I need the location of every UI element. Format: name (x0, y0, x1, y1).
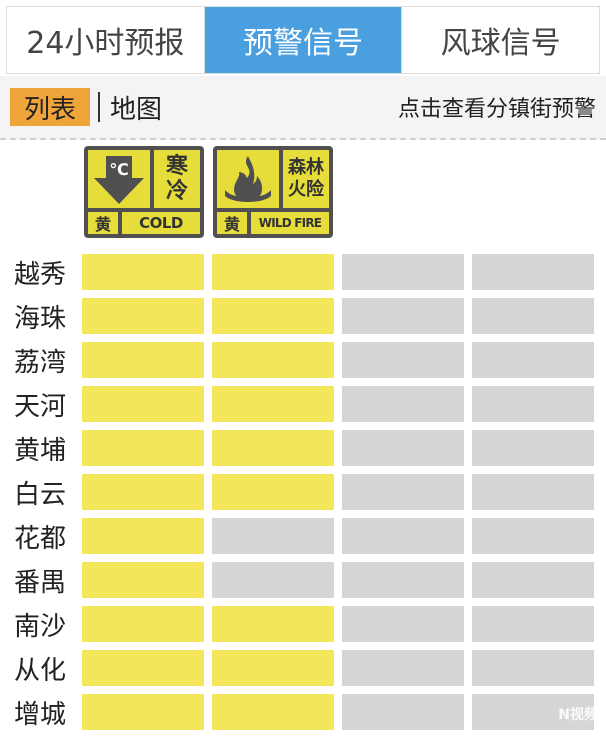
thermometer-down-icon: ℃ (88, 150, 150, 208)
warning-cell[interactable] (342, 562, 464, 598)
warning-cell[interactable] (342, 518, 464, 554)
warning-cell[interactable] (82, 342, 204, 378)
warning-cell[interactable] (472, 254, 594, 290)
table-row: 荔湾 (0, 340, 606, 380)
warning-cell[interactable] (342, 474, 464, 510)
warning-cell[interactable] (212, 694, 334, 730)
district-name: 越秀 (14, 259, 67, 290)
warning-cell[interactable] (342, 650, 464, 686)
table-row: 海珠 (0, 296, 606, 336)
warning-cell[interactable] (212, 254, 334, 290)
table-row: 花都 (0, 516, 606, 556)
warning-cell[interactable] (342, 298, 464, 334)
warning-cell[interactable] (82, 298, 204, 334)
warning-cell[interactable] (82, 474, 204, 510)
view-toolbar: 列表 地图 点击查看分镇街预警 (0, 76, 606, 140)
warning-cell[interactable] (342, 694, 464, 730)
warning-cell[interactable] (212, 518, 334, 554)
table-row: 番禺 (0, 560, 606, 600)
forest-fire-warning-icon[interactable]: 森林 火险 黄 WILD FIRE (213, 146, 333, 238)
district-name: 花都 (14, 523, 67, 554)
warning-cell[interactable] (342, 386, 464, 422)
table-row: 黄埔 (0, 428, 606, 468)
warning-cell[interactable] (212, 298, 334, 334)
warning-cell[interactable] (82, 650, 204, 686)
warning-cell[interactable] (472, 386, 594, 422)
tab-typhoon-signals[interactable]: 风球信号 (402, 7, 600, 73)
cold-warning-code: COLD (122, 212, 200, 234)
district-name: 海珠 (14, 303, 67, 334)
flame-icon (217, 150, 279, 208)
warning-cell[interactable] (472, 518, 594, 554)
fire-warning-level: 黄 (217, 212, 247, 234)
cold-symbol: ℃ (109, 160, 128, 179)
table-row: 南沙 (0, 604, 606, 644)
warning-cell[interactable] (212, 430, 334, 466)
map-view-button[interactable]: 地图 (110, 88, 162, 126)
warning-cell[interactable] (472, 298, 594, 334)
table-row: 天河 (0, 384, 606, 424)
cold-title-line2: 冷 (165, 179, 188, 204)
tab-24h-forecast[interactable]: 24小时预报 (7, 7, 205, 73)
warning-cell[interactable] (342, 430, 464, 466)
warning-cell[interactable] (472, 430, 594, 466)
warning-cell[interactable] (472, 342, 594, 378)
cold-wave-warning-icon[interactable]: ℃ 寒 冷 黄 COLD (84, 146, 204, 238)
tab-warning-signals[interactable]: 预警信号 (204, 7, 403, 73)
district-name: 白云 (14, 479, 67, 510)
fire-title-line1: 森林 (288, 157, 324, 178)
fire-warning-title: 森林 火险 (283, 150, 329, 208)
warning-cell[interactable] (82, 606, 204, 642)
table-row: 越秀 (0, 252, 606, 292)
warning-cell[interactable] (472, 650, 594, 686)
cold-title-line1: 寒 (165, 154, 188, 179)
cold-warning-title: 寒 冷 (154, 150, 200, 208)
warning-cell[interactable] (472, 606, 594, 642)
warning-cell[interactable] (212, 474, 334, 510)
warning-cell[interactable] (82, 694, 204, 730)
table-row: 增城 (0, 692, 606, 732)
view-divider (98, 92, 100, 122)
warning-cell[interactable] (82, 254, 204, 290)
district-name: 从化 (14, 655, 67, 686)
warning-cell[interactable] (472, 474, 594, 510)
list-view-button[interactable]: 列表 (10, 88, 90, 126)
cold-warning-level: 黄 (88, 212, 118, 234)
fire-title-line2: 火险 (288, 179, 324, 200)
forecast-tabs: 24小时预报 预警信号 风球信号 (6, 6, 600, 74)
district-name: 黄埔 (14, 435, 67, 466)
warning-cell[interactable] (82, 518, 204, 554)
warning-cell[interactable] (82, 386, 204, 422)
warning-cell[interactable] (342, 254, 464, 290)
warning-cell[interactable] (212, 650, 334, 686)
warning-cell[interactable] (342, 342, 464, 378)
town-warning-link[interactable]: 点击查看分镇街预警 (398, 88, 596, 126)
table-row: 从化 (0, 648, 606, 688)
warning-cell[interactable] (82, 562, 204, 598)
district-name: 增城 (14, 699, 67, 730)
district-name: 南沙 (14, 611, 67, 642)
warning-cell[interactable] (342, 606, 464, 642)
district-name: 天河 (14, 391, 67, 422)
warning-cell[interactable] (212, 386, 334, 422)
warning-cell[interactable] (212, 606, 334, 642)
table-row: 白云 (0, 472, 606, 512)
watermark: N视频 (558, 704, 598, 724)
watermark-brand: N视频 (558, 707, 598, 723)
warning-cell[interactable] (212, 342, 334, 378)
warning-cell[interactable] (212, 562, 334, 598)
warning-cell[interactable] (472, 562, 594, 598)
fire-warning-code: WILD FIRE (251, 212, 329, 234)
district-name: 番禺 (14, 567, 67, 598)
warning-cell[interactable] (82, 430, 204, 466)
district-name: 荔湾 (14, 347, 67, 378)
